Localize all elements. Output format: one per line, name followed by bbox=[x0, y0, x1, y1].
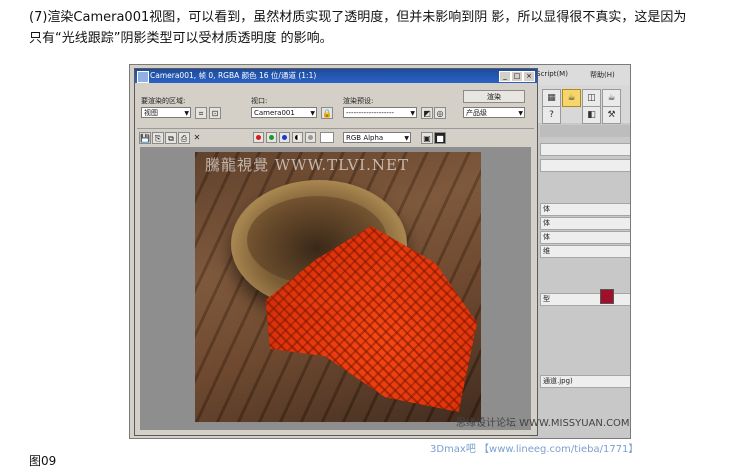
screenshot-figure: xScript(M) 帮助(H) ▦ ☕ ◫ ☕ ? ◧ ⚒ 体 体 体 维 型… bbox=[129, 64, 631, 439]
preset-label: 渲染预设: bbox=[343, 97, 374, 105]
article-text: (7)渲染Camera001视图，可以看到，虽然材质实现了透明度，但并未影响到阴… bbox=[29, 7, 741, 49]
article-line-1: (7)渲染Camera001视图，可以看到，虽然材质实现了透明度，但并未影响到阴… bbox=[29, 10, 687, 25]
cmd-row-2[interactable] bbox=[540, 159, 630, 172]
watermark-missyuan: 思缘设计论坛 WWW.MISSYUAN.COM bbox=[456, 418, 630, 429]
area-label: 要渲染的区域: bbox=[141, 97, 186, 105]
window-titlebar[interactable]: Camera001, 帧 0, RGBA 颜色 16 位/通道 (1:1) _ … bbox=[135, 69, 537, 83]
blue-channel-icon[interactable] bbox=[279, 132, 290, 143]
cmd-row-5[interactable]: 体 bbox=[540, 231, 630, 244]
rendered-image: 騰龍視覺 WWW.TLVI.NET bbox=[195, 152, 481, 422]
render-setup-icon[interactable]: ◫ bbox=[582, 89, 601, 107]
article-line-2: 只有“光线跟踪”阴影类型可以受材质透明度 的影响。 bbox=[29, 31, 333, 46]
minimize-button[interactable]: _ bbox=[499, 71, 511, 82]
mono-icon[interactable] bbox=[292, 132, 303, 143]
rendered-frame-window: Camera001, 帧 0, RGBA 颜色 16 位/通道 (1:1) _ … bbox=[134, 68, 538, 436]
teapot-icon[interactable]: ☕ bbox=[562, 89, 581, 107]
menu-help[interactable]: 帮助(H) bbox=[590, 70, 615, 80]
cmd-row-1[interactable] bbox=[540, 143, 630, 156]
product-select[interactable]: 产品级 ▼ bbox=[463, 107, 525, 118]
chevron-down-icon: ▼ bbox=[404, 135, 409, 142]
copy-icon[interactable]: ⎘ bbox=[152, 132, 164, 144]
quick-render-icon[interactable]: ☕ bbox=[602, 89, 621, 107]
cmd-row-6[interactable]: 维 bbox=[540, 245, 630, 258]
max-toolbar: ▦ ☕ ◫ ☕ ? ◧ ⚒ bbox=[530, 85, 630, 124]
watermark-tieba: 3Dmax吧 【www.lineeg.com/tieba/1771】 bbox=[430, 444, 639, 455]
crop-icon[interactable]: ⌗ bbox=[195, 107, 207, 119]
display-alpha-icon[interactable]: ▣ bbox=[421, 132, 433, 144]
max-command-panel: xScript(M) 帮助(H) ▦ ☕ ◫ ☕ ? ◧ ⚒ 体 体 体 维 型… bbox=[530, 65, 630, 438]
area-select[interactable]: 视图 ▼ bbox=[141, 107, 191, 118]
color-icon[interactable]: ■ bbox=[434, 132, 446, 144]
max-menubar: xScript(M) 帮助(H) bbox=[530, 65, 630, 85]
modify-icon[interactable]: ◧ bbox=[582, 106, 601, 124]
clone-icon[interactable]: ⧉ bbox=[165, 132, 177, 144]
render-button[interactable]: 渲染 bbox=[463, 90, 525, 103]
environment-icon[interactable]: ◎ bbox=[434, 107, 446, 119]
channel-value: RGB Alpha bbox=[346, 134, 384, 142]
area-value: 视图 bbox=[144, 109, 158, 117]
help-icon[interactable]: ? bbox=[542, 106, 561, 124]
app-icon bbox=[137, 71, 149, 83]
region-icon[interactable]: ⊡ bbox=[209, 107, 221, 119]
preset-select[interactable]: ------------------- ▼ bbox=[343, 107, 417, 118]
viewport-value: Camera001 bbox=[254, 109, 295, 117]
chevron-down-icon: ▼ bbox=[184, 110, 189, 117]
grid-icon[interactable]: ▦ bbox=[542, 89, 561, 107]
frame-buffer-area: 騰龍視覺 WWW.TLVI.NET bbox=[140, 147, 531, 430]
color-swatch[interactable] bbox=[600, 289, 614, 304]
cmd-row-8[interactable]: 通道.jpg) bbox=[540, 375, 630, 388]
preset-value: ------------------- bbox=[346, 109, 394, 117]
chevron-down-icon: ▼ bbox=[310, 110, 315, 117]
chevron-down-icon: ▼ bbox=[518, 110, 523, 117]
toolbar-separator bbox=[137, 128, 534, 129]
viewport-select[interactable]: Camera001 ▼ bbox=[251, 107, 317, 118]
render-watermark: 騰龍視覺 WWW.TLVI.NET bbox=[205, 156, 409, 174]
cmd-row-4[interactable]: 体 bbox=[540, 217, 630, 230]
close-button[interactable]: × bbox=[523, 71, 535, 82]
green-channel-icon[interactable] bbox=[266, 132, 277, 143]
save-icon[interactable]: 💾 bbox=[139, 132, 151, 144]
background-swatch[interactable] bbox=[320, 132, 334, 143]
viewport-label: 视口: bbox=[251, 97, 268, 105]
alpha-icon[interactable] bbox=[305, 132, 316, 143]
close-icon[interactable]: ✕ bbox=[191, 132, 203, 144]
cmd-row-7[interactable]: 型 bbox=[540, 293, 630, 306]
render-setup-icon[interactable]: ◩ bbox=[421, 107, 433, 119]
product-value: 产品级 bbox=[466, 109, 487, 117]
lock-icon[interactable]: 🔒 bbox=[321, 107, 333, 119]
window-title: Camera001, 帧 0, RGBA 颜色 16 位/通道 (1:1) bbox=[150, 71, 317, 80]
print-icon[interactable]: ⎙ bbox=[178, 132, 190, 144]
red-channel-icon[interactable] bbox=[253, 132, 264, 143]
figure-caption: 图09 bbox=[29, 454, 57, 468]
channel-select[interactable]: RGB Alpha ▼ bbox=[343, 132, 411, 143]
utility-icon[interactable]: ⚒ bbox=[602, 106, 621, 124]
chevron-down-icon: ▼ bbox=[410, 110, 415, 117]
maximize-button[interactable]: □ bbox=[511, 71, 523, 82]
cmd-row-3[interactable]: 体 bbox=[540, 203, 630, 216]
command-tabs bbox=[540, 125, 630, 137]
